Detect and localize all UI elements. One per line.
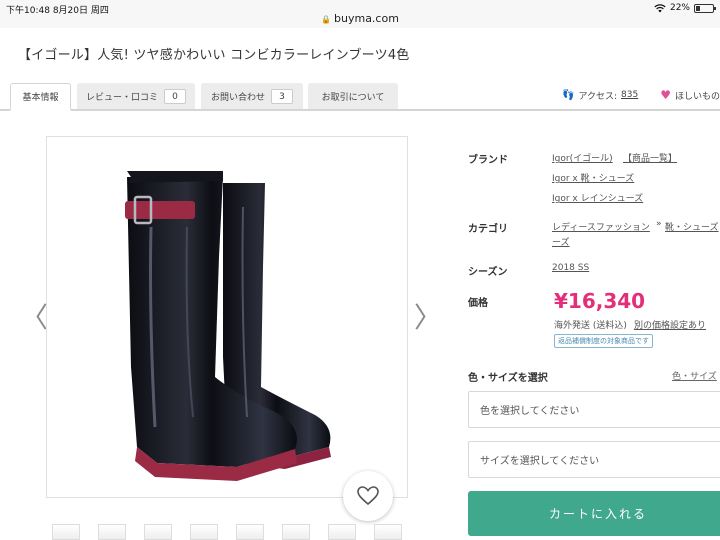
inquiry-count-badge: 3 (271, 88, 293, 104)
thumbnail[interactable] (190, 524, 218, 540)
lock-icon: 🔒 (321, 15, 332, 24)
size-select[interactable]: サイズを選択してください (468, 441, 720, 478)
return-guarantee-badge: 返品補償制度の対象商品です (554, 334, 653, 348)
carousel-next-arrow[interactable]: 〉 (414, 296, 442, 336)
brand-shoes-link[interactable]: Igor x 靴・シューズ (552, 171, 634, 184)
carousel-prev-arrow[interactable]: 〈 (20, 296, 48, 336)
other-price-link[interactable]: 別の価格設定あり (634, 318, 706, 331)
heart-outline-icon (357, 486, 379, 506)
color-select-placeholder: 色を選択してください (480, 406, 580, 417)
footprint-icon: 👣 (561, 89, 575, 101)
color-size-link[interactable]: 色・サイズ (672, 369, 717, 382)
tab-basic-info[interactable]: 基本情報 (10, 83, 71, 111)
tab-label: お取引について (321, 92, 385, 103)
breadcrumb-separator: » (656, 219, 662, 229)
product-title: 【イゴール】人気! ツヤ感かわいい コンビカラーレインブーツ4色 (18, 48, 410, 63)
select-heading: 色・サイズを選択 (468, 373, 548, 384)
thumbnail[interactable] (282, 524, 310, 540)
thumbnail[interactable] (374, 524, 402, 540)
thumbnail-strip (52, 524, 402, 540)
address-bar[interactable]: 🔒 buyma.com (0, 12, 720, 25)
tab-label: 基本情報 (22, 93, 59, 103)
favorite-button[interactable] (343, 471, 393, 521)
thumbnail[interactable] (98, 524, 126, 540)
brand-items-link[interactable]: 【商品一覧】 (623, 151, 677, 164)
add-to-cart-button[interactable]: カートに入れる (468, 491, 720, 536)
thumbnail[interactable] (236, 524, 264, 540)
tab-transactions[interactable]: お取引について (308, 83, 398, 109)
tab-label: お問い合わせ (210, 92, 265, 103)
category-link-shoes-cont[interactable]: ーズ (552, 235, 570, 248)
battery-icon (694, 3, 716, 13)
address-url: buyma.com (334, 12, 399, 25)
brand-rain-link[interactable]: Igor x レインシューズ (552, 191, 643, 204)
price-value: ¥16,340 (554, 289, 646, 313)
tab-label: レビュー・口コミ (85, 92, 158, 103)
boots-image (125, 171, 331, 481)
tab-reviews[interactable]: レビュー・口コミ 0 (77, 83, 195, 109)
access-count-link[interactable]: 835 (621, 90, 638, 100)
price-label: 価格 (468, 298, 488, 309)
status-bar: 下午10:48 8月20日 周四 🔒 buyma.com 22% (0, 0, 720, 28)
season-link[interactable]: 2018 SS (552, 263, 589, 273)
status-indicators: 22% (654, 3, 716, 13)
wifi-icon (654, 3, 666, 12)
access-label: アクセス: (578, 91, 618, 102)
tab-inquiries[interactable]: お問い合わせ 3 (201, 83, 303, 109)
category-link-ladies[interactable]: レディースファッション (552, 220, 650, 233)
brand-link[interactable]: Igor(イゴール) (552, 151, 613, 164)
wish-label[interactable]: ほしいもの (675, 89, 720, 102)
thumbnail[interactable] (144, 524, 172, 540)
category-label: カテゴリ (468, 224, 508, 235)
thumbnail[interactable] (52, 524, 80, 540)
category-link-shoes[interactable]: 靴・シューズ (665, 220, 719, 233)
thumbnail[interactable] (328, 524, 356, 540)
battery-percent: 22% (669, 3, 690, 13)
heart-pink-icon: ♥ (660, 88, 671, 102)
tab-bar: 基本情報 レビュー・口コミ 0 お問い合わせ 3 お取引について 👣 アクセス:… (0, 83, 720, 111)
add-to-cart-label: カートに入れる (548, 507, 647, 521)
brand-label: ブランド (468, 155, 508, 166)
color-select[interactable]: 色を選択してください (468, 391, 720, 428)
size-select-placeholder: サイズを選択してください (480, 456, 600, 467)
shipping-info: 海外発送 (送料込) (554, 321, 627, 331)
product-image (46, 136, 408, 498)
season-label: シーズン (468, 267, 508, 278)
product-stats: 👣 アクセス: 835 ♥ ほしいもの (562, 88, 720, 102)
review-count-badge: 0 (164, 88, 186, 104)
